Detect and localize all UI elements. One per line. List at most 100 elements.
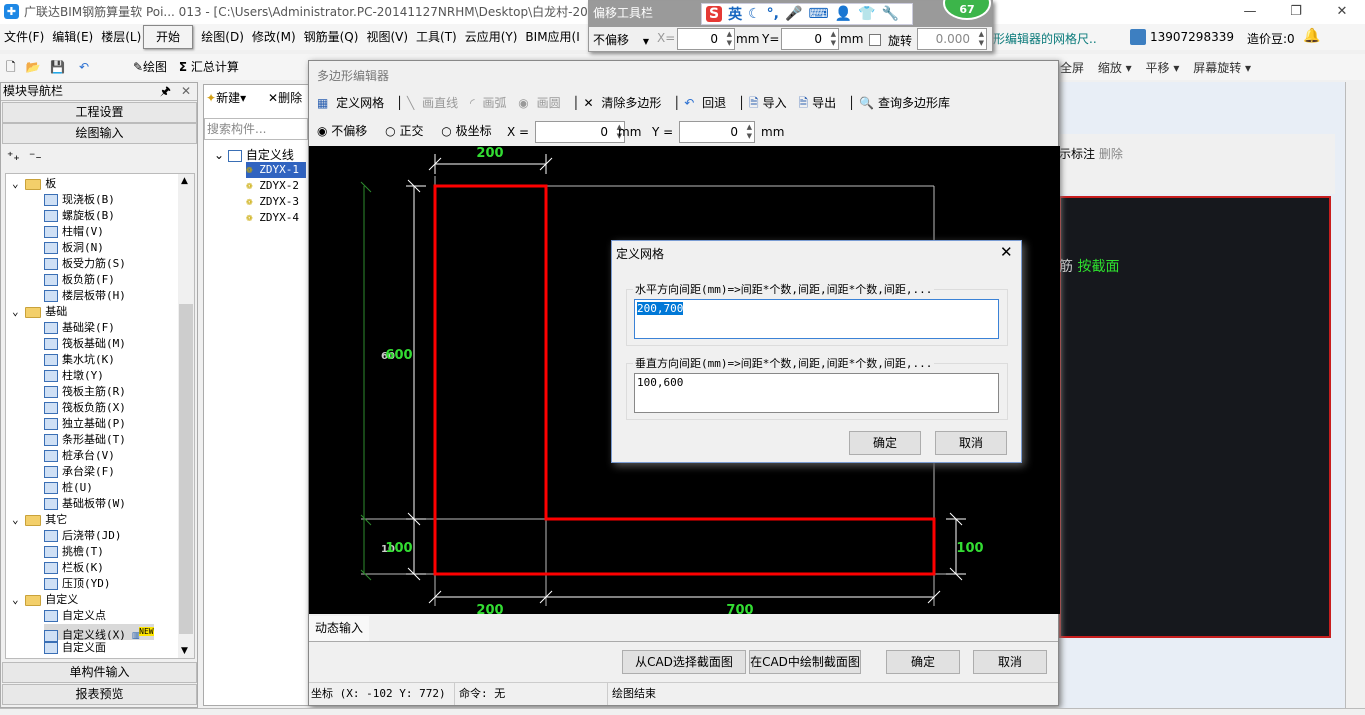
import-button[interactable]: 🗎 导入	[749, 96, 791, 110]
horizontal-spacing-input[interactable]: 200,700	[634, 299, 999, 339]
chevron-down-icon[interactable]: ⌄	[12, 177, 25, 190]
punct-icon[interactable]: °,	[767, 6, 779, 22]
offset-mode-select[interactable]: 不偏移 ▼	[593, 31, 649, 48]
define-grid-button[interactable]: ▦ 定义网格	[317, 96, 388, 110]
grid-ok-button[interactable]: 确定	[849, 431, 921, 455]
menu-edit[interactable]: 编辑(E)	[48, 24, 97, 50]
draw-circle-button[interactable]: ◉ 画圆	[518, 96, 564, 110]
component-item[interactable]: ❁ ZDYX-2	[246, 178, 306, 194]
tree-item[interactable]: 楼层板带(H)	[44, 288, 126, 304]
new-component-button[interactable]: ✦新建▾	[206, 89, 246, 106]
chevron-down-icon[interactable]: ⌄	[12, 513, 25, 526]
project-settings-button[interactable]: 工程设置	[2, 102, 197, 123]
minimize-button[interactable]: —	[1227, 0, 1273, 24]
tree-folder[interactable]: ⌄ 自定义	[12, 592, 78, 608]
tree-item[interactable]: 条形基础(T)	[44, 432, 126, 448]
fullscreen-button[interactable]: 全屏	[1060, 61, 1084, 75]
undo-icon[interactable]: ↶	[79, 60, 89, 74]
draw-in-cad-button[interactable]: 在CAD中绘制截面图	[749, 650, 861, 674]
chevron-down-icon[interactable]: ⌄	[12, 305, 25, 318]
component-search-input[interactable]: 搜索构件...	[204, 118, 308, 140]
offset-y-input[interactable]: 0 ▲ ▼	[781, 28, 839, 50]
start-button[interactable]: 开始	[143, 25, 193, 49]
scroll-thumb[interactable]	[179, 304, 193, 634]
delete-component-button[interactable]: ✕删除	[268, 89, 302, 106]
tree-item[interactable]: 柱墩(Y)	[44, 368, 104, 384]
user-icon[interactable]: 👤	[835, 6, 852, 22]
tree-folder[interactable]: ⌄ 基础	[12, 304, 67, 320]
keyboard-icon[interactable]: ⌨	[808, 6, 828, 22]
offset-x-input[interactable]: 0 ▲ ▼	[677, 28, 735, 50]
menu-cloud[interactable]: 云应用(Y)	[461, 24, 522, 50]
draw-button[interactable]: ✎绘图	[133, 60, 167, 74]
tree-item[interactable]: 基础梁(F)	[44, 320, 115, 336]
radio-ortho[interactable]: ○ 正交	[385, 124, 427, 138]
account-dropdown[interactable]: 13907298339	[1150, 30, 1234, 44]
undo-button[interactable]: ↶ 回退	[684, 96, 730, 110]
tree-item[interactable]: 柱帽(V)	[44, 224, 104, 240]
tree-item[interactable]: 集水坑(K)	[44, 352, 115, 368]
tree-folder[interactable]: ⌄ 板	[12, 176, 56, 192]
radio-polar[interactable]: ○ 极坐标	[441, 124, 495, 138]
export-button[interactable]: 🗎 导出	[799, 96, 841, 110]
menu-bim[interactable]: BIM应用(I	[521, 24, 583, 50]
tree-item[interactable]: 自定义面	[44, 640, 106, 656]
tree-item[interactable]: 筏板主筋(R)	[44, 384, 126, 400]
tree-item[interactable]: 独立基础(P)	[44, 416, 126, 432]
editor-ok-button[interactable]: 确定	[886, 650, 960, 674]
expand-all-icon[interactable]: ⁺₊	[7, 149, 20, 163]
show-dims-button[interactable]: 示标注	[1059, 147, 1095, 161]
menu-rebar[interactable]: 钢筋量(Q)	[300, 24, 363, 50]
sum-button[interactable]: Σ 汇总计算	[179, 60, 239, 74]
moon-icon[interactable]: ☾	[748, 6, 761, 22]
tree-item[interactable]: 压顶(YD)	[44, 576, 111, 592]
tree-item[interactable]: 后浇带(JD)	[44, 528, 122, 544]
right-scrollbar[interactable]	[1345, 82, 1365, 708]
new-file-icon[interactable]: 🗋	[6, 60, 16, 74]
editor-y-input[interactable]: 0 ▲ ▼	[679, 121, 755, 143]
tree-item[interactable]: 桩承台(V)	[44, 448, 115, 464]
menu-draw[interactable]: 绘图(D)	[197, 24, 248, 50]
vertical-spacing-input[interactable]: 100,600	[634, 373, 999, 413]
chevron-down-icon[interactable]: ⌄	[12, 593, 25, 606]
bell-icon[interactable]: 🔔	[1303, 28, 1320, 44]
draw-arc-button[interactable]: ◜ 画弧	[470, 96, 511, 110]
clear-polygon-button[interactable]: ✕ 清除多边形	[583, 96, 665, 110]
restore-button[interactable]: ❐	[1273, 0, 1319, 24]
pin-icon[interactable]: 🖈	[160, 83, 171, 99]
tree-item[interactable]: 基础板带(W)	[44, 496, 126, 512]
tree-item[interactable]: 板负筋(F)	[44, 272, 115, 288]
component-item[interactable]: ❁ ZDYX-4	[246, 210, 306, 226]
tree-item[interactable]: 栏板(K)	[44, 560, 104, 576]
tree-item[interactable]: 筏板基础(M)	[44, 336, 126, 352]
rotate-input[interactable]: 0.000 ▲ ▼	[917, 28, 987, 50]
tree-item[interactable]: 板受力筋(S)	[44, 256, 126, 272]
select-from-cad-button[interactable]: 从CAD选择截面图	[622, 650, 746, 674]
drawing-input-button[interactable]: 绘图输入	[2, 123, 197, 144]
tree-item[interactable]: 板洞(N)	[44, 240, 104, 256]
skin-icon[interactable]: 👕	[858, 6, 875, 22]
editor-x-input[interactable]: 0 ▲ ▼	[535, 121, 625, 143]
grid-dialog-close-icon[interactable]: ✕	[1000, 243, 1013, 261]
single-component-input-button[interactable]: 单构件输入	[2, 662, 197, 683]
component-item[interactable]: ❁ ZDYX-3	[246, 194, 306, 210]
tree-item[interactable]: 自定义点	[44, 608, 106, 624]
radio-no-offset[interactable]: ◉ 不偏移	[317, 124, 371, 138]
tree-item[interactable]: 桩(U)	[44, 480, 93, 496]
tree-item[interactable]: 自定义线(X) ▥NEW	[44, 624, 154, 642]
pan-button[interactable]: 平移	[1146, 61, 1170, 75]
zoom-button[interactable]: 缩放	[1098, 61, 1122, 75]
open-folder-icon[interactable]: 📂	[25, 60, 40, 74]
menu-modify[interactable]: 修改(M)	[248, 24, 300, 50]
tree-item[interactable]: 筏板负筋(X)	[44, 400, 126, 416]
tree-item[interactable]: 挑檐(T)	[44, 544, 104, 560]
close-button[interactable]: ✕	[1319, 0, 1365, 24]
query-polygon-library-button[interactable]: 🔍 查询多边形库	[859, 96, 954, 110]
rotate-checkbox[interactable]	[869, 34, 881, 46]
wrench-icon[interactable]: 🔧	[882, 6, 899, 22]
menu-file[interactable]: 文件(F)	[0, 24, 48, 50]
tree-folder[interactable]: ⌄ 其它	[12, 512, 67, 528]
behind-delete-button[interactable]: 删除	[1099, 147, 1123, 161]
draw-line-button[interactable]: ╲ 画直线	[407, 96, 462, 110]
menu-tools[interactable]: 工具(T)	[412, 24, 461, 50]
